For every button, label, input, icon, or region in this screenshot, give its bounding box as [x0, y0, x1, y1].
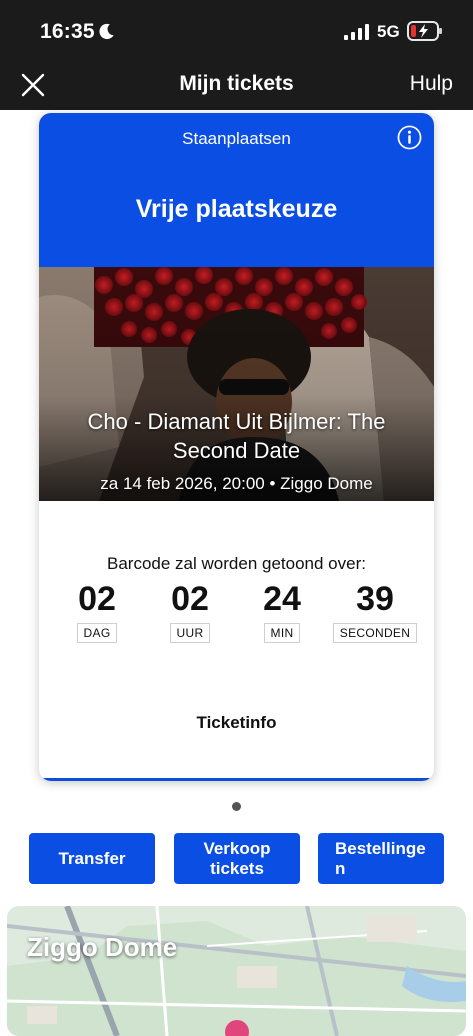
section-label: Staanplaatsen: [182, 129, 291, 148]
event-image: Cho - Diamant Uit Bijlmer: The Second Da…: [39, 267, 434, 501]
page-title: Mijn tickets: [179, 72, 294, 95]
countdown-days: 02 DAG: [52, 579, 142, 643]
countdown-label: DAG: [76, 623, 118, 643]
battery-icon: [407, 21, 442, 41]
event-title: Cho - Diamant Uit Bijlmer: The Second Da…: [87, 409, 386, 463]
status-bar: 16:35 5G: [0, 0, 473, 62]
sell-tickets-button[interactable]: Verkoop tickets: [174, 833, 300, 884]
ticketinfo-link[interactable]: Ticketinfo: [39, 713, 434, 733]
countdown-minutes: 24 MIN: [237, 579, 327, 643]
signal-icon: [344, 24, 369, 40]
seat-type: Vrije plaatskeuze: [135, 195, 338, 223]
countdown-value: 24: [263, 580, 301, 618]
countdown-value: 02: [171, 580, 209, 618]
ticket-card: Staanplaatsen Vrije plaatskeuze Cho - Di…: [39, 113, 434, 781]
info-icon[interactable]: [397, 125, 422, 150]
countdown-caption: Barcode zal worden getoond over:: [107, 554, 366, 573]
nav-bar: Mijn tickets Hulp: [0, 62, 473, 110]
help-link[interactable]: Hulp: [410, 72, 453, 96]
venue-map[interactable]: Ziggo Dome: [7, 906, 466, 1036]
page-indicator-dot: [232, 802, 241, 811]
ticket-header: Staanplaatsen Vrije plaatskeuze: [39, 113, 434, 267]
countdown-hours: 02 UUR: [145, 579, 235, 643]
countdown-seconds: 39 SECONDEN: [330, 579, 420, 643]
countdown-label: MIN: [263, 623, 301, 643]
orders-button[interactable]: Bestellingen: [318, 833, 444, 884]
map-venue-label: Ziggo Dome: [27, 932, 178, 962]
network-label: 5G: [377, 22, 400, 41]
moon-icon: [99, 23, 114, 40]
countdown-value: 39: [356, 580, 394, 618]
event-meta: za 14 feb 2026, 20:00 • Ziggo Dome: [100, 474, 373, 493]
countdown-label: SECONDEN: [332, 623, 418, 643]
transfer-button[interactable]: Transfer: [29, 833, 155, 884]
status-time: 16:35: [40, 20, 95, 43]
countdown-value: 02: [78, 580, 116, 618]
countdown-label: UUR: [169, 623, 211, 643]
